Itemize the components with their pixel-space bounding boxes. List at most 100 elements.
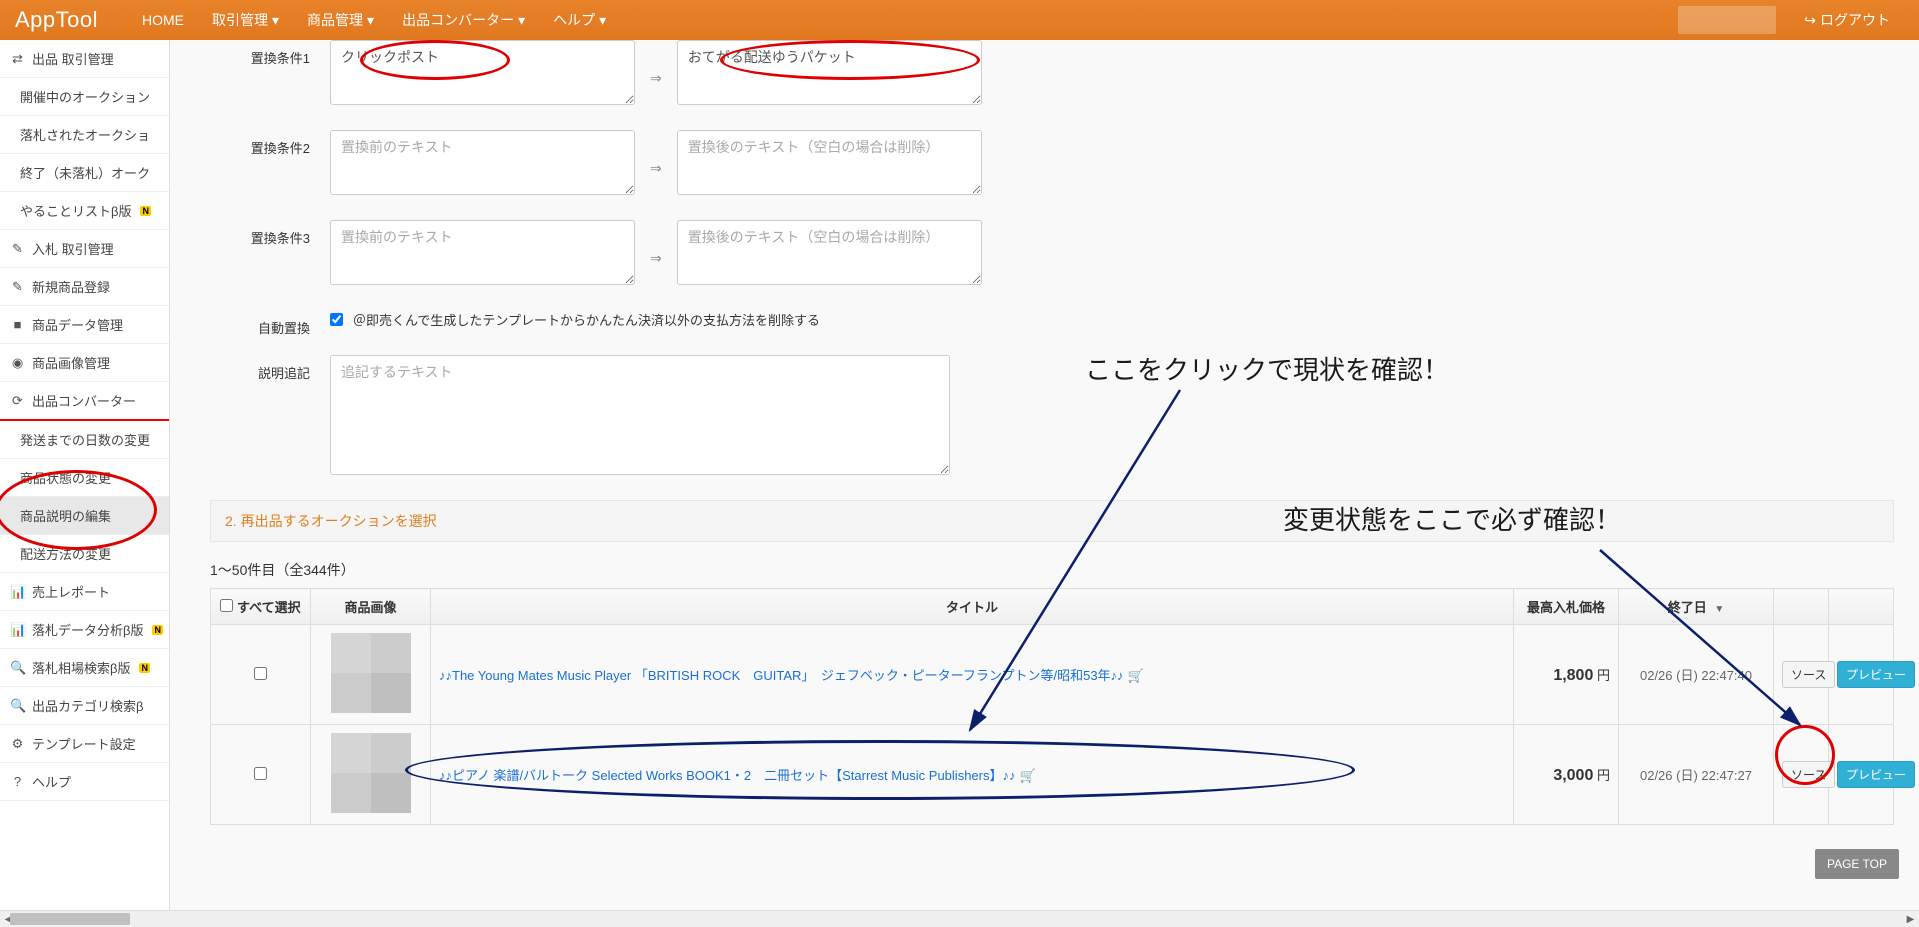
sidebar-item-label: 商品説明の編集 bbox=[20, 506, 111, 525]
sidebar-item-label: 商品画像管理 bbox=[32, 353, 110, 372]
sidebar-item-13[interactable]: 配送方法の変更 bbox=[0, 535, 169, 573]
preview-button[interactable]: プレビュー bbox=[1837, 661, 1915, 688]
table-row: ♪♪The Young Mates Music Player 「BRITISH … bbox=[211, 625, 1894, 725]
replace-2-before-input[interactable] bbox=[330, 130, 635, 195]
sidebar-icon: ✎ bbox=[10, 241, 25, 257]
arrow-icon: ⇒ bbox=[650, 148, 662, 177]
sidebar-item-label: 配送方法の変更 bbox=[20, 544, 111, 563]
sidebar-item-14[interactable]: 📊 売上レポート bbox=[0, 573, 169, 611]
cart-icon[interactable]: 🛒 bbox=[1128, 668, 1144, 683]
select-all-checkbox[interactable] bbox=[220, 599, 233, 612]
replace-3-after-input[interactable] bbox=[677, 220, 982, 285]
new-badge: N bbox=[152, 625, 163, 635]
replace-2-after-input[interactable] bbox=[677, 130, 982, 195]
product-title-link[interactable]: ♪♪ピアノ 楽譜/バルトーク Selected Works BOOK1・2 二冊… bbox=[439, 768, 1015, 783]
sidebar-icon: 🔍 bbox=[10, 698, 25, 714]
replace-condition-2-row: 置換条件2 ⇒ bbox=[210, 130, 1894, 195]
col-date[interactable]: 終了日 ▼ bbox=[1619, 589, 1774, 625]
replace-1-after-input[interactable] bbox=[677, 40, 982, 105]
sidebar-icon: 🔍 bbox=[10, 660, 25, 676]
source-button[interactable]: ソース bbox=[1782, 661, 1835, 688]
row-checkbox[interactable] bbox=[254, 667, 267, 680]
auto-replace-row: 自動置換 ＠即売くんで生成したテンプレートからかんたん決済以外の支払方法を削除す… bbox=[210, 310, 1894, 337]
sidebar-item-9[interactable]: ⟳出品コンバーター bbox=[0, 382, 169, 421]
col-price[interactable]: 最高入札価格 bbox=[1514, 589, 1619, 625]
product-thumbnail[interactable] bbox=[331, 633, 411, 713]
sidebar-item-3[interactable]: 終了（未落札）オーク bbox=[0, 154, 169, 192]
new-badge: N bbox=[140, 206, 151, 216]
sidebar-item-label: 売上レポート bbox=[32, 582, 110, 601]
sidebar-item-15[interactable]: 📊落札データ分析β版N bbox=[0, 611, 169, 649]
sort-desc-icon: ▼ bbox=[1714, 604, 1724, 615]
auto-replace-text: ＠即売くんで生成したテンプレートからかんたん決済以外の支払方法を削除する bbox=[353, 310, 820, 329]
page-top-button[interactable]: PAGE TOP bbox=[1815, 849, 1899, 879]
sidebar-item-label: 落札データ分析β版 bbox=[32, 620, 143, 639]
col-select-all[interactable]: すべて選択 bbox=[211, 589, 311, 625]
col-date-label: 終了日 bbox=[1668, 600, 1707, 615]
replace-condition-1-row: 置換条件1 ⇒ bbox=[210, 40, 1894, 105]
row-checkbox[interactable] bbox=[254, 767, 267, 780]
source-button[interactable]: ソース bbox=[1782, 761, 1835, 788]
sidebar-icon: ◉ bbox=[10, 355, 25, 371]
sidebar-item-8[interactable]: ◉ 商品画像管理 bbox=[0, 344, 169, 382]
scroll-right-icon[interactable]: ▶ bbox=[1902, 911, 1919, 927]
preview-button[interactable]: プレビュー bbox=[1837, 761, 1915, 788]
sidebar-item-19[interactable]: ?ヘルプ bbox=[0, 763, 169, 801]
sidebar-item-17[interactable]: 🔍出品カテゴリ検索β bbox=[0, 687, 169, 725]
sidebar-icon: ? bbox=[10, 774, 25, 789]
sidebar-item-4[interactable]: やることリストβ版N bbox=[0, 192, 169, 230]
end-date: 02/26 (日) 22:47:27 bbox=[1619, 725, 1774, 825]
product-title-link[interactable]: ♪♪The Young Mates Music Player 「BRITISH … bbox=[439, 668, 1124, 683]
nav-product[interactable]: 商品管理▾ bbox=[293, 10, 388, 30]
sidebar-item-label: 終了（未落札）オーク bbox=[20, 163, 150, 182]
sidebar-item-10[interactable]: 発送までの日数の変更 bbox=[0, 421, 169, 459]
col-action-1 bbox=[1774, 589, 1829, 625]
auto-replace-label: 自動置換 bbox=[210, 310, 310, 337]
nav-help-label: ヘルプ bbox=[553, 10, 595, 30]
sidebar-item-5[interactable]: ✎入札 取引管理 bbox=[0, 230, 169, 268]
price-value: 3,000 bbox=[1553, 767, 1593, 784]
sidebar-item-2[interactable]: 落札されたオークショ bbox=[0, 116, 169, 154]
sidebar-item-label: 商品状態の変更 bbox=[20, 468, 111, 487]
sidebar-item-6[interactable]: ✎新規商品登録 bbox=[0, 268, 169, 306]
sidebar-item-16[interactable]: 🔍 落札相場検索β版 N bbox=[0, 649, 169, 687]
nav-transaction-label: 取引管理 bbox=[212, 10, 268, 30]
sidebar-item-label: 新規商品登録 bbox=[32, 277, 110, 296]
nav-transaction[interactable]: 取引管理▾ bbox=[198, 10, 293, 30]
main-content: 置換条件1 ⇒ 置換条件2 ⇒ 置換条件3 ⇒ 自動置換 ＠即売くんで生成したテ… bbox=[170, 40, 1919, 927]
replace-3-before-input[interactable] bbox=[330, 220, 635, 285]
cart-icon[interactable]: 🛒 bbox=[1019, 768, 1035, 783]
sidebar-item-label: 出品コンバーター bbox=[32, 391, 136, 410]
auto-replace-checkbox[interactable] bbox=[330, 313, 343, 326]
nav-home-label: HOME bbox=[142, 12, 184, 28]
nav-home[interactable]: HOME bbox=[128, 12, 198, 28]
nav-converter[interactable]: 出品コンバーター▾ bbox=[388, 10, 539, 30]
sidebar-item-label: 落札されたオークショ bbox=[20, 125, 150, 144]
horizontal-scrollbar[interactable]: ◀ ▶ bbox=[0, 910, 1919, 927]
sidebar-icon: ■ bbox=[10, 317, 25, 332]
scrollbar-thumb[interactable] bbox=[10, 913, 130, 925]
nav-help[interactable]: ヘルプ▾ bbox=[539, 10, 620, 30]
sidebar-item-1[interactable]: 開催中のオークション bbox=[0, 78, 169, 116]
replace-condition-3-label: 置換条件3 bbox=[210, 220, 310, 247]
replace-1-before-input[interactable] bbox=[330, 40, 635, 105]
top-navbar: AppTool HOME 取引管理▾ 商品管理▾ 出品コンバーター▾ ヘルプ▾ … bbox=[0, 0, 1919, 40]
brand-label[interactable]: AppTool bbox=[15, 7, 98, 33]
sidebar-item-label: 落札相場検索β版 bbox=[32, 658, 130, 677]
append-description-input[interactable] bbox=[330, 355, 950, 475]
caret-down-icon: ▾ bbox=[518, 12, 525, 29]
sidebar-item-0[interactable]: ⇄出品 取引管理 bbox=[0, 40, 169, 78]
arrow-icon: ⇒ bbox=[650, 238, 662, 267]
sidebar-icon: 📊 bbox=[10, 584, 25, 600]
user-badge[interactable] bbox=[1678, 6, 1776, 34]
nav-converter-label: 出品コンバーター bbox=[402, 10, 514, 30]
sidebar-item-11[interactable]: 商品状態の変更 bbox=[0, 459, 169, 497]
sidebar-item-12[interactable]: 商品説明の編集 bbox=[0, 497, 169, 535]
append-description-row: 説明追記 bbox=[210, 355, 1894, 475]
new-badge: N bbox=[139, 663, 150, 673]
logout-label: ログアウト bbox=[1820, 10, 1890, 30]
sidebar-item-18[interactable]: ⚙テンプレート設定 bbox=[0, 725, 169, 763]
product-thumbnail[interactable] bbox=[331, 733, 411, 813]
logout-button[interactable]: ↪ログアウト bbox=[1790, 10, 1904, 30]
sidebar-item-7[interactable]: ■商品データ管理 bbox=[0, 306, 169, 344]
